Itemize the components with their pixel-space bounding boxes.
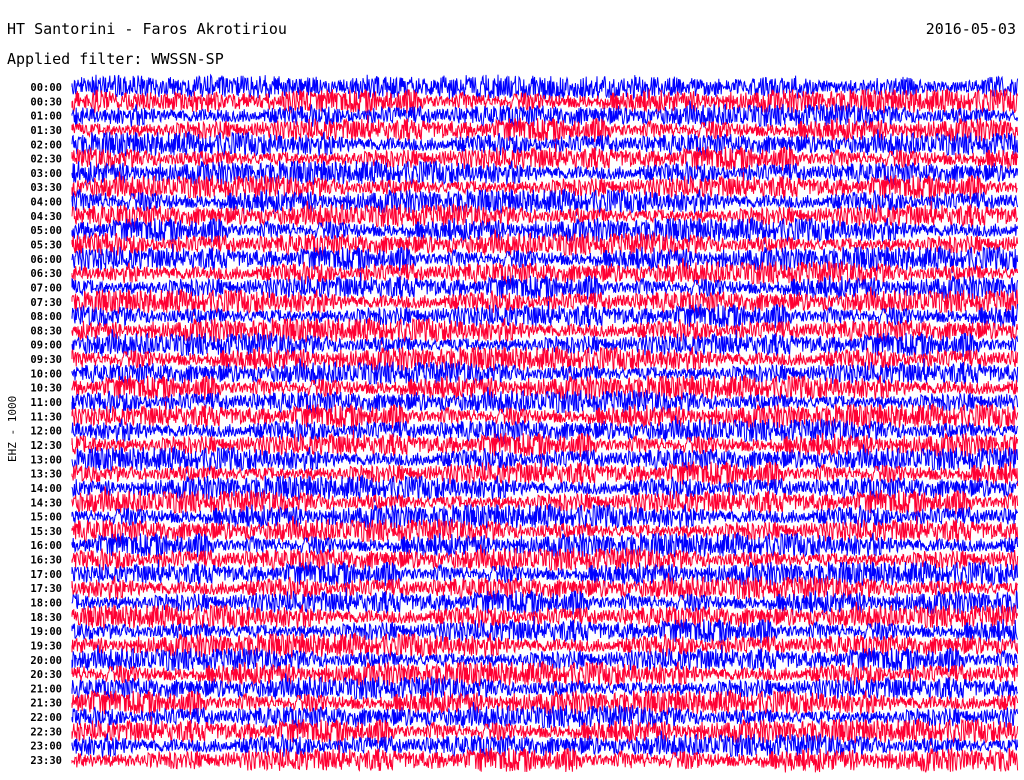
row-time-label: 09:30 xyxy=(30,354,62,366)
row-time-label: 14:00 xyxy=(30,483,62,495)
row-time-label: 16:30 xyxy=(30,555,62,567)
row-time-label: 16:00 xyxy=(30,540,62,552)
row-time-label: 22:30 xyxy=(30,726,62,738)
row-time-label: 07:30 xyxy=(30,297,62,309)
row-time-label: 20:00 xyxy=(30,655,62,667)
row-time-label: 15:00 xyxy=(30,512,62,524)
row-time-label: 12:00 xyxy=(30,426,62,438)
row-time-label: 10:30 xyxy=(30,383,62,395)
row-time-label: 19:30 xyxy=(30,640,62,652)
helicorder-plot: 00:00 00:30 01:00 01:30 02:00 02:30 03:00 03:30… xyxy=(30,73,1019,773)
row-time-label: 23:00 xyxy=(30,741,62,753)
row-time-label: 07:00 xyxy=(30,282,62,294)
row-time-label: 23:30 xyxy=(30,755,62,767)
row-time-label: 13:30 xyxy=(30,469,62,481)
row-time-label: 00:00 xyxy=(30,82,62,94)
row-time-label: 02:00 xyxy=(30,139,62,151)
row-time-label: 05:00 xyxy=(30,225,62,237)
row-time-label: 13:00 xyxy=(30,454,62,466)
row-time-label: 01:30 xyxy=(30,125,62,137)
row-time-label: 11:30 xyxy=(30,411,62,423)
row-time-label: 15:30 xyxy=(30,526,62,538)
row-time-label: 04:00 xyxy=(30,197,62,209)
row-time-label: 08:00 xyxy=(30,311,62,323)
row-time-label: 00:30 xyxy=(30,96,62,108)
row-time-label: 14:30 xyxy=(30,497,62,509)
row-time-label: 17:00 xyxy=(30,569,62,581)
row-time-label: 03:30 xyxy=(30,182,62,194)
row-time-label: 11:00 xyxy=(30,397,62,409)
row-time-label: 08:30 xyxy=(30,325,62,337)
row-time-label: 21:00 xyxy=(30,683,62,695)
row-time-label: 22:00 xyxy=(30,712,62,724)
row-time-label: 21:30 xyxy=(30,698,62,710)
row-time-label: 06:30 xyxy=(30,268,62,280)
seismic-trace-1030 xyxy=(71,374,1019,402)
row-time-label: 04:30 xyxy=(30,211,62,223)
row-time-label: 19:00 xyxy=(30,626,62,638)
row-time-label: 09:00 xyxy=(30,340,62,352)
row-time-label: 12:30 xyxy=(30,440,62,452)
row-time-label: 02:30 xyxy=(30,154,62,166)
row-time-label: 01:00 xyxy=(30,111,62,123)
row-time-label: 18:30 xyxy=(30,612,62,624)
row-time-label: 06:00 xyxy=(30,254,62,266)
row-time-label: 18:00 xyxy=(30,597,62,609)
row-time-label: 20:30 xyxy=(30,669,62,681)
row-time-label: 05:30 xyxy=(30,240,62,252)
row-time-label: 10:00 xyxy=(30,368,62,380)
row-time-label: 03:00 xyxy=(30,168,62,180)
row-time-label: 17:30 xyxy=(30,583,62,595)
